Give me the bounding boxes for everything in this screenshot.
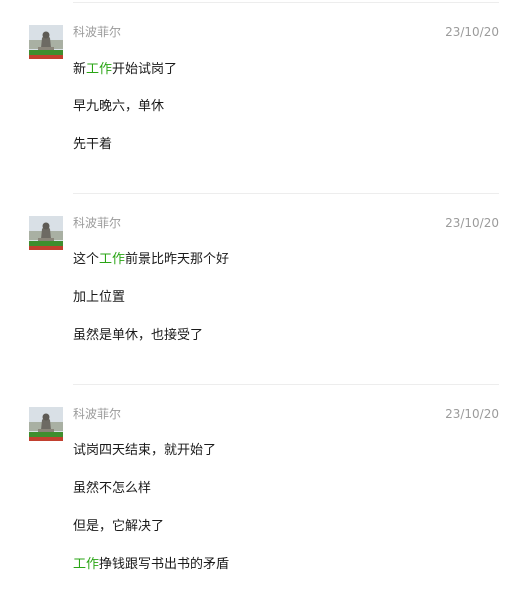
post-text-line: 早九晚六，单休 [73, 99, 165, 114]
avatar[interactable] [29, 216, 63, 250]
post-text-line: 虽然是单休，也接受了 [73, 328, 204, 343]
post-date: 23/10/20 [445, 25, 499, 39]
keyword-link[interactable]: 工作 [86, 62, 112, 77]
post-text-line: 工作挣钱跟写书出书的矛盾 [73, 557, 230, 572]
avatar[interactable] [29, 25, 63, 59]
author-name[interactable]: 科波菲尔 [73, 407, 121, 421]
statue-avatar-icon [29, 407, 63, 441]
avatar[interactable] [29, 407, 63, 441]
divider [73, 193, 499, 194]
keyword-link[interactable]: 工作 [73, 557, 99, 572]
post-date: 23/10/20 [445, 216, 499, 230]
divider [73, 384, 499, 385]
post-text-line: 但是，它解决了 [73, 519, 165, 534]
statue-avatar-icon [29, 216, 63, 250]
statue-avatar-icon [29, 25, 63, 59]
divider [73, 2, 499, 3]
post-date: 23/10/20 [445, 407, 499, 421]
keyword-link[interactable]: 工作 [99, 252, 125, 267]
author-name[interactable]: 科波菲尔 [73, 216, 121, 230]
post-text-line: 加上位置 [73, 290, 126, 305]
post-text-line: 这个工作前景比昨天那个好 [73, 252, 230, 267]
post-text-line: 新工作开始试岗了 [73, 62, 178, 77]
author-name[interactable]: 科波菲尔 [73, 25, 121, 39]
post-text-line: 虽然不怎么样 [73, 481, 152, 496]
post-text-line: 先干着 [73, 137, 113, 152]
post-text-line: 试岗四天结束，就开始了 [73, 443, 217, 458]
moments-feed: 科波菲尔 23/10/20 新工作开始试岗了 早九晚六，单休 先干着 科波菲尔 … [0, 0, 531, 600]
